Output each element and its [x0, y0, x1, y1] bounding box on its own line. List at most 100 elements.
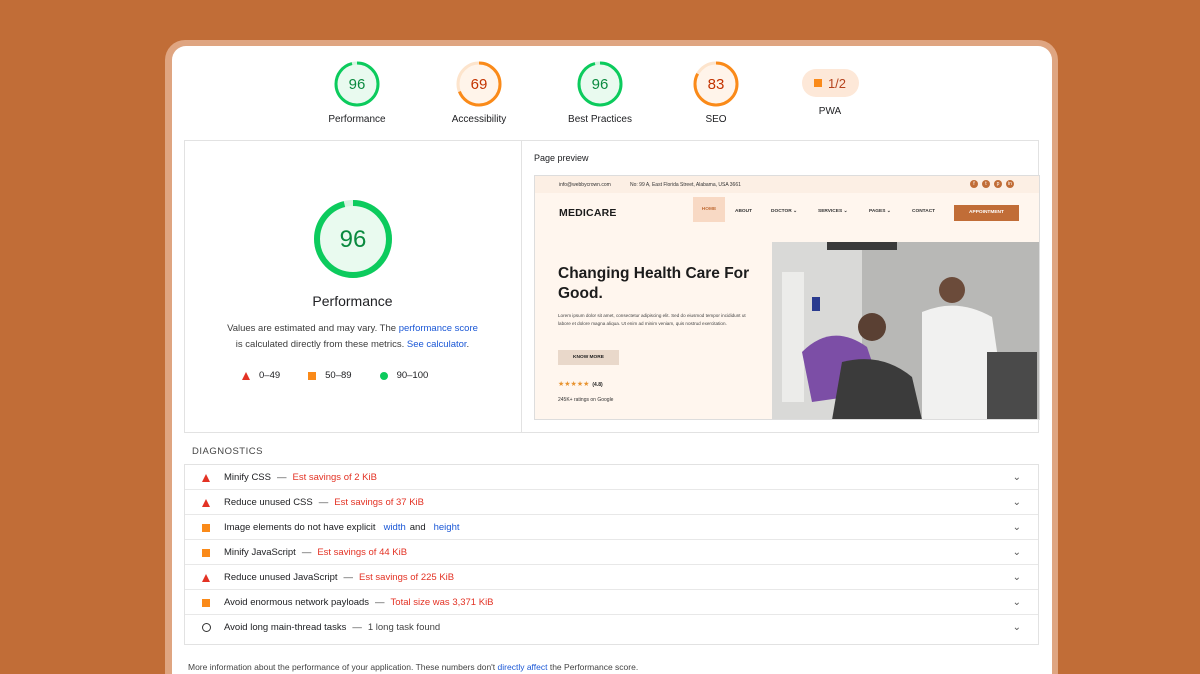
legend-label: 90–100 — [396, 370, 429, 381]
gauge-label: Accessibility — [451, 114, 507, 125]
gauge-seo[interactable]: 83 SEO — [656, 60, 776, 125]
gauge-score: 69 — [471, 76, 488, 93]
footer-note: More information about the performance o… — [188, 662, 638, 672]
audit-title: Image elements do not have explicit — [224, 522, 376, 533]
site-nav-services: SERVICES ⌄ — [818, 209, 848, 214]
separator-dash: — — [343, 572, 354, 583]
audit-text: Reduce unused CSS — Est savings of 37 KiB — [224, 497, 424, 508]
audit-unused-css[interactable]: Reduce unused CSS — Est savings of 37 KiB … — [185, 490, 1038, 515]
audit-network-payloads[interactable]: Avoid enormous network payloads — Total si… — [185, 590, 1038, 615]
site-nav-about: ABOUT — [735, 209, 753, 214]
chevron-down-icon[interactable]: ⌄ — [1013, 547, 1021, 558]
gauge-pwa[interactable]: 1/2 PWA — [770, 60, 890, 117]
audit-main-thread-tasks[interactable]: Avoid long main-thread tasks — 1 long task… — [185, 615, 1038, 640]
audit-text: Minify JavaScript — Est savings of 44 KiB — [224, 547, 407, 558]
height-link[interactable]: height — [434, 522, 460, 533]
chevron-down-icon[interactable]: ⌄ — [1013, 597, 1021, 608]
audit-detail: Est savings of 44 KiB — [317, 547, 408, 558]
footer-text: More information about the performance o… — [188, 662, 496, 672]
separator-dash: — — [375, 597, 385, 608]
fail-triangle-icon — [202, 474, 210, 482]
site-hero-photo — [772, 242, 1039, 419]
gauge-performance[interactable]: 96 Performance — [297, 60, 417, 125]
audit-text: Image elements do not have explicit width… — [224, 522, 464, 533]
performance-score-link[interactable]: performance score — [399, 323, 478, 334]
info-circle-icon — [202, 623, 211, 632]
audit-image-dimensions[interactable]: Image elements do not have explicit width… — [185, 515, 1038, 540]
audit-title: Minify JavaScript — [224, 547, 296, 558]
audit-detail: Total size was 3,371 KiB — [390, 597, 494, 608]
site-nav-home: HOME — [693, 197, 725, 222]
performance-big-gauge: 96 — [314, 200, 392, 278]
score-legend: 0–49 50–89 90–100 — [242, 370, 502, 381]
site-rating: ★★★★★ (4.8) — [558, 380, 603, 388]
audit-title: Minify CSS — [224, 472, 271, 483]
chevron-down-icon[interactable]: ⌄ — [1013, 522, 1021, 533]
directly-affect-link[interactable]: directly affect — [498, 662, 548, 672]
panel-divider — [521, 141, 522, 432]
gauge-label: PWA — [818, 106, 842, 117]
audit-detail: Est savings of 225 KiB — [359, 572, 455, 583]
width-link[interactable]: width — [384, 522, 406, 533]
estimate-note: Values are estimated and may vary. The p… — [205, 321, 500, 353]
average-square-icon — [202, 524, 210, 532]
chevron-down-icon[interactable]: ⌄ — [1013, 572, 1021, 583]
audit-title: and — [409, 522, 426, 533]
site-nav-contact: CONTACT — [912, 209, 936, 214]
site-know-more-button: KNOW MORE — [558, 350, 619, 365]
average-square-icon — [813, 79, 822, 87]
gauge-ring: 69 — [456, 61, 502, 107]
note-text: . — [466, 339, 470, 350]
legend-label: 50–89 — [325, 370, 352, 381]
gauge-ring: 96 — [334, 61, 380, 107]
audit-detail: 1 long task found — [367, 622, 441, 633]
big-score: 96 — [340, 226, 367, 253]
site-hero-title: Changing Health Care For Good. — [558, 265, 750, 302]
pwa-badge: 1/2 — [801, 69, 859, 97]
gauge-label: Best Practices — [568, 114, 632, 125]
site-hero-text: Lorem ipsum dolor sit amet, consectetur … — [558, 313, 746, 326]
audit-title: Reduce unused JavaScript — [224, 572, 338, 583]
gauge-label: Performance — [328, 114, 386, 125]
rating-value: (4.8) — [592, 382, 603, 388]
pwa-score: 1/2 — [827, 75, 847, 91]
chevron-down-icon[interactable]: ⌄ — [1013, 472, 1021, 483]
legend-pass: 90–100 — [379, 370, 429, 381]
audit-text: Avoid enormous network payloads — Total si… — [224, 597, 494, 608]
star-icons: ★★★★★ — [558, 381, 590, 388]
fail-triangle-icon — [202, 574, 210, 582]
site-ratings-text: 245K+ ratings on Google — [558, 397, 614, 403]
average-square-icon — [202, 599, 210, 607]
page-preview-screenshot: info@webbycrown.com No: 99 A, East Flori… — [534, 175, 1040, 420]
separator-dash: — — [301, 547, 312, 558]
audit-title: Avoid enormous network payloads — [224, 597, 370, 608]
audit-title: Reduce unused CSS — [224, 497, 313, 508]
gauge-label: SEO — [705, 114, 727, 125]
fail-triangle-icon — [242, 371, 250, 380]
diagnostics-title: DIAGNOSTICS — [192, 446, 263, 457]
audit-minify-css[interactable]: Minify CSS — Est savings of 2 KiB ⌄ — [185, 465, 1038, 490]
gauge-accessibility[interactable]: 69 Accessibility — [419, 60, 539, 125]
separator-dash: — — [276, 472, 287, 483]
gauge-score: 83 — [708, 76, 725, 93]
chevron-down-icon[interactable]: ⌄ — [1013, 622, 1021, 633]
audit-text: Avoid long main-thread tasks — 1 long task… — [224, 622, 440, 633]
audit-unused-js[interactable]: Reduce unused JavaScript — Est savings of … — [185, 565, 1038, 590]
legend-average: 50–89 — [308, 370, 352, 381]
audit-detail: Est savings of 37 KiB — [334, 497, 425, 508]
site-nav-pages: PAGES ⌄ — [869, 209, 891, 214]
note-text: Values are estimated and may vary. The — [227, 323, 397, 334]
chevron-down-icon[interactable]: ⌄ — [1013, 497, 1021, 508]
footer-text: the Performance score. — [549, 662, 639, 672]
separator-dash: — — [318, 497, 329, 508]
see-calculator-link[interactable]: See calculator — [407, 339, 467, 350]
gauge-best-practices[interactable]: 96 Best Practices — [540, 60, 660, 125]
score-gauges: 96 Performance 69 Accessibility 96 Best … — [172, 60, 1052, 130]
pass-circle-icon — [379, 371, 388, 380]
audit-detail: Est savings of 2 KiB — [292, 472, 377, 483]
legend-fail: 0–49 — [242, 370, 280, 381]
gauge-score: 96 — [592, 76, 609, 93]
legend-label: 0–49 — [259, 370, 281, 381]
audit-minify-js[interactable]: Minify JavaScript — Est savings of 44 KiB … — [185, 540, 1038, 565]
gauge-ring: 96 — [577, 61, 623, 107]
